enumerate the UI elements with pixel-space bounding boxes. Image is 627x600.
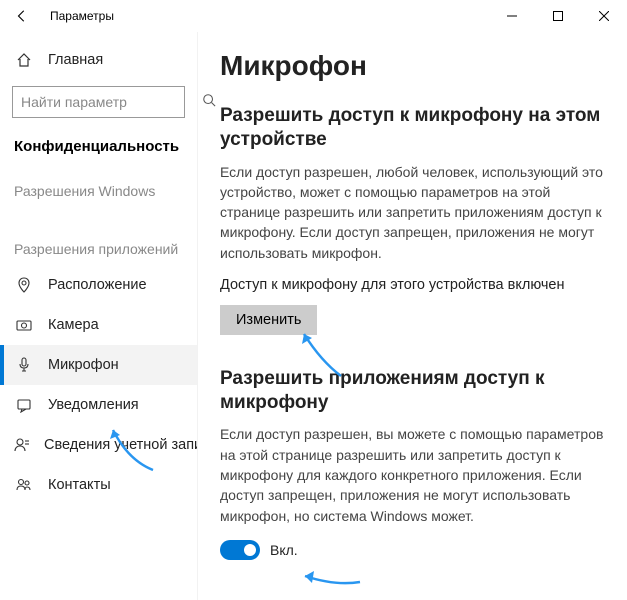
- search-input[interactable]: [21, 94, 202, 110]
- microphone-icon: [14, 357, 34, 373]
- sidebar-item-label: Контакты: [48, 477, 111, 493]
- notifications-icon: [14, 397, 34, 413]
- section2-heading: Разрешить приложениям доступ к микрофону: [220, 367, 611, 415]
- contacts-icon: [14, 477, 34, 493]
- window-title: Параметры: [50, 9, 114, 23]
- change-button[interactable]: Изменить: [220, 305, 317, 335]
- section1-status: Доступ к микрофону для этого устройства …: [220, 277, 611, 293]
- page-title: Микрофон: [220, 50, 611, 82]
- sidebar-group-apps: Разрешения приложений: [0, 227, 197, 265]
- sidebar-item-account-info[interactable]: Сведения учетной записи: [0, 425, 197, 465]
- sidebar-home-label: Главная: [48, 52, 103, 68]
- toggle-label: Вкл.: [270, 542, 298, 558]
- sidebar: Главная Конфиденциальность Разрешения Wi…: [0, 32, 197, 600]
- sidebar-item-label: Камера: [48, 317, 99, 333]
- sidebar-group-windows: Разрешения Windows: [0, 169, 197, 207]
- back-button[interactable]: [6, 0, 38, 32]
- search-input-wrap[interactable]: [12, 86, 185, 118]
- camera-icon: [14, 317, 34, 333]
- section1-body: Если доступ разрешен, любой человек, исп…: [220, 162, 611, 263]
- section1-heading: Разрешить доступ к микрофону на этом уст…: [220, 104, 611, 152]
- close-button[interactable]: [581, 0, 627, 32]
- maximize-button[interactable]: [535, 0, 581, 32]
- apps-access-toggle[interactable]: [220, 540, 260, 560]
- sidebar-item-label: Микрофон: [48, 357, 119, 373]
- home-icon: [14, 52, 34, 68]
- sidebar-category: Конфиденциальность: [0, 128, 197, 169]
- sidebar-item-label: Уведомления: [48, 397, 139, 413]
- sidebar-item-notifications[interactable]: Уведомления: [0, 385, 197, 425]
- sidebar-item-contacts[interactable]: Контакты: [0, 465, 197, 505]
- sidebar-item-label: Расположение: [48, 277, 147, 293]
- sidebar-item-microphone[interactable]: Микрофон: [0, 345, 197, 385]
- location-icon: [14, 277, 34, 293]
- sidebar-item-label: Сведения учетной записи: [44, 437, 197, 453]
- section2-body: Если доступ разрешен, вы можете с помощь…: [220, 424, 611, 525]
- minimize-button[interactable]: [489, 0, 535, 32]
- sidebar-item-location[interactable]: Расположение: [0, 265, 197, 305]
- sidebar-home[interactable]: Главная: [0, 40, 197, 80]
- sidebar-item-camera[interactable]: Камера: [0, 305, 197, 345]
- main-content: Микрофон Разрешить доступ к микрофону на…: [197, 32, 627, 600]
- account-icon: [14, 437, 30, 453]
